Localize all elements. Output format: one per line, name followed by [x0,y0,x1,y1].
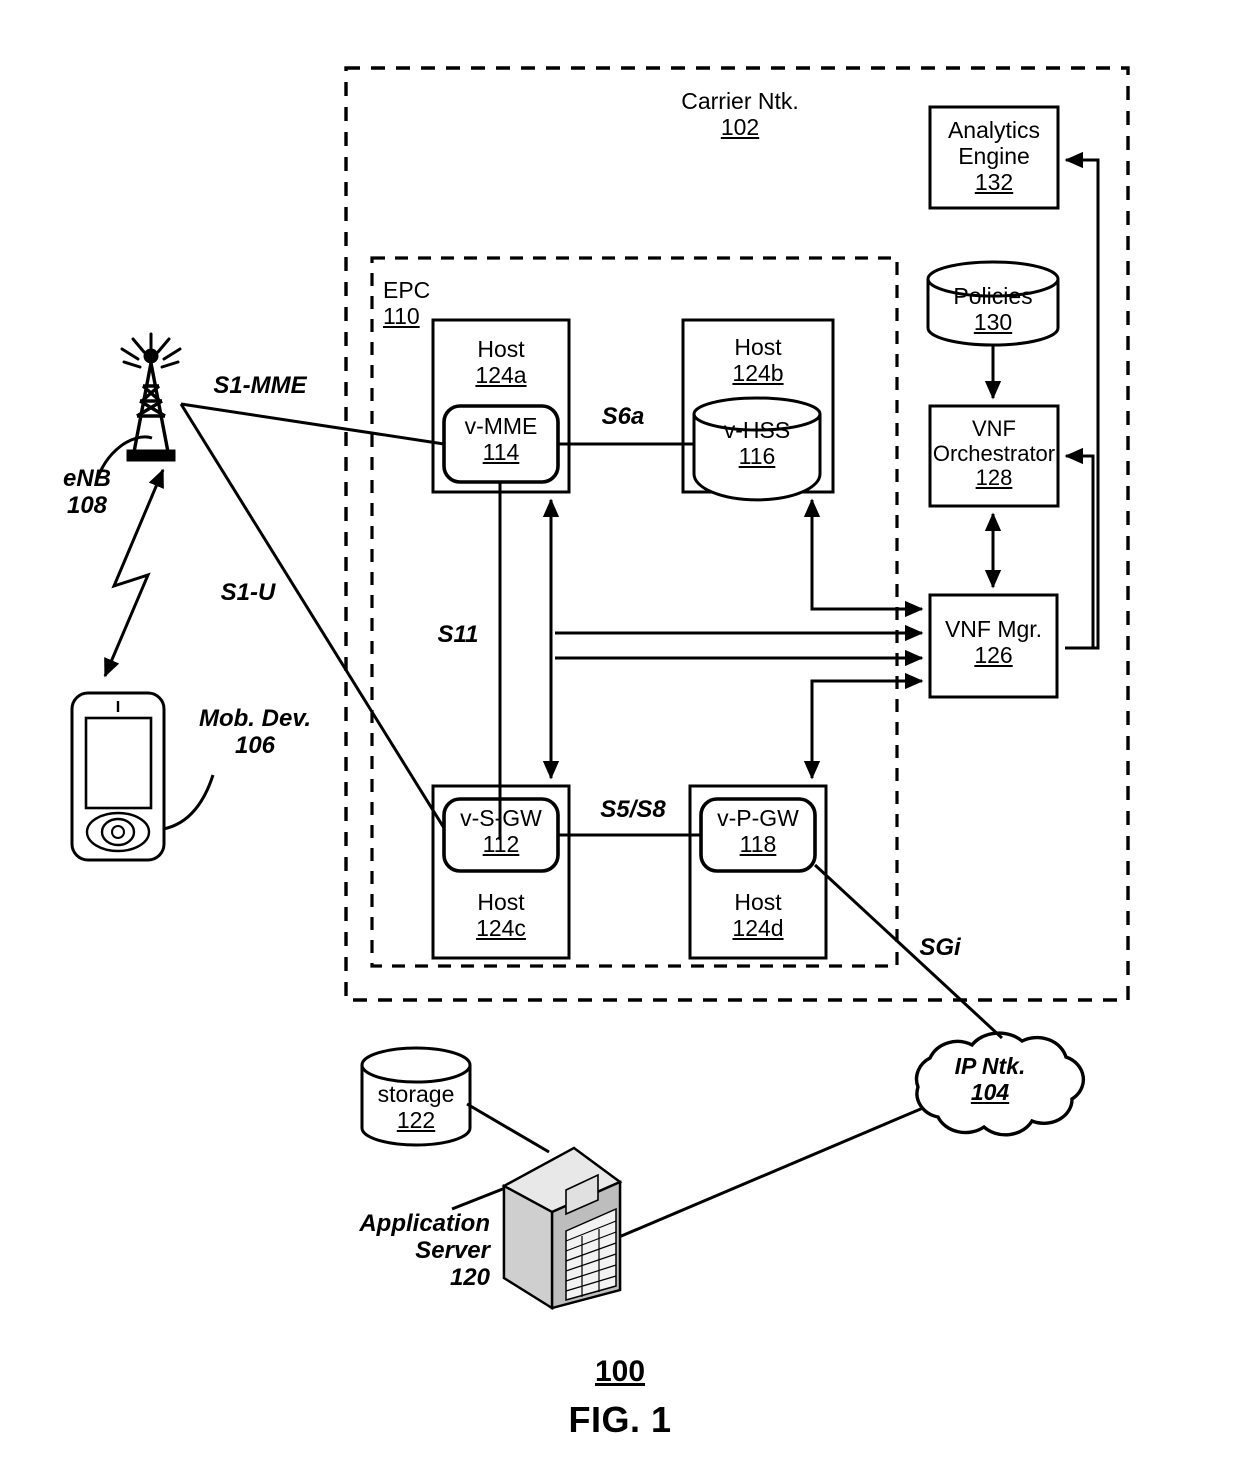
carrier-network-label: Carrier Ntk. 102 [681,88,799,140]
application-server-icon [501,1146,623,1311]
arrow-host124b-to-vnfmgr [803,498,924,618]
vnf-orchestrator-label: VNF Orchestrator 128 [932,416,1056,491]
host-124d-label: Host 124d [732,889,784,941]
v-mme-label: v-MME 114 [464,413,538,465]
figure-number: 100 [594,1355,646,1388]
application-server-label: Application Server 120 [359,1210,490,1291]
ip-network-label: IP Ntk. 104 [954,1053,1026,1105]
v-pgw-label: v-P-GW 118 [717,805,799,857]
host-124b-label: Host 124b [732,334,784,386]
label-s6a: S6a [601,403,645,430]
mobile-device-icon [70,691,166,862]
enb-label: eNB 108 [62,465,111,519]
link-storage-appserver [466,1102,550,1154]
link-s1-mme [180,402,445,446]
link-s1-u [179,403,446,829]
analytics-engine-label: Analytics Engine 132 [947,117,1041,195]
leader-mobile-device [162,774,215,831]
policies-label: Policies 130 [953,283,1033,335]
storage-cylinder-top [360,1046,472,1084]
arrow-bus-to-orchestrator [1064,447,1095,648]
storage-label: storage 122 [377,1081,455,1133]
host-124a-label: Host 124a [475,336,527,388]
figure-canvas: Carrier Ntk. 102 EPC 110 Host 124a v-MME 114… [0,0,1240,1482]
v-sgw-label: v-S-GW 112 [460,805,542,857]
label-s5-s8: S5/S8 [600,796,666,823]
mobile-device-label: Mob. Dev. 106 [198,705,312,759]
epc-label: EPC 110 [383,277,431,329]
v-hss-label: v-HSS 116 [723,417,791,469]
figure-caption: FIG. 1 [568,1399,672,1440]
arrow-vnfmgr-to-host124d [803,672,924,780]
label-sgi: SGi [919,934,961,961]
label-s11: S11 [437,621,479,648]
vnf-mgr-label: VNF Mgr. 126 [944,616,1043,668]
link-appserver-ipntk [618,1106,924,1239]
label-s1-mme: S1-MME [213,372,307,399]
host-124c-label: Host 124c [476,889,526,941]
label-s1-u: S1-U [220,579,276,606]
